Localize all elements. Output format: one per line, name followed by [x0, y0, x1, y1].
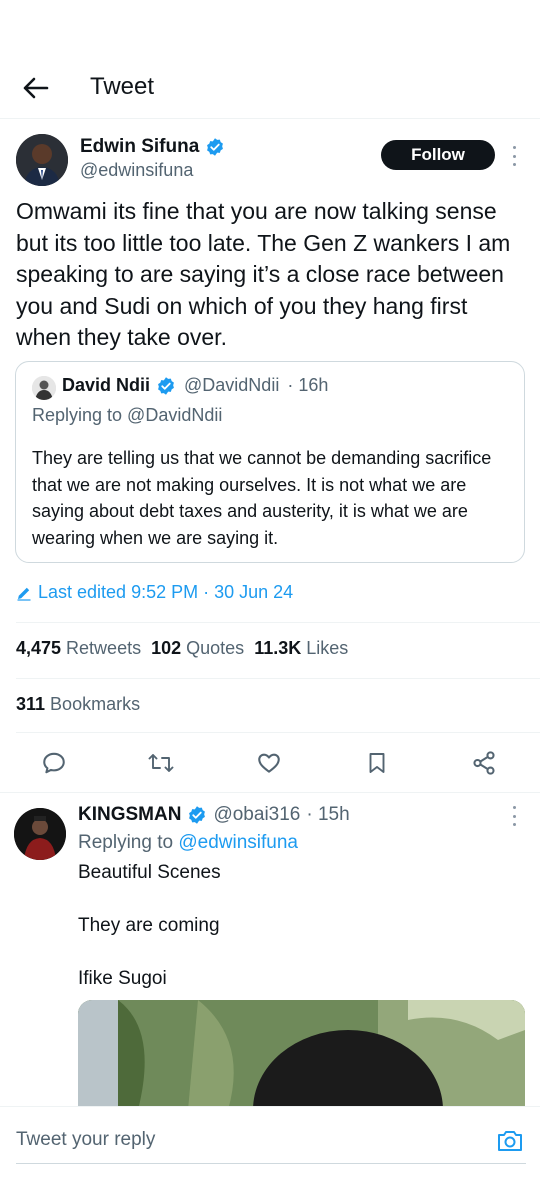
- verified-badge-icon: [189, 806, 206, 824]
- replying-to-link[interactable]: @edwinsifuna: [178, 832, 298, 853]
- camera-icon[interactable]: [496, 1127, 524, 1155]
- quoted-author-name: David Ndii: [62, 375, 151, 395]
- retweet-icon[interactable]: [143, 745, 179, 781]
- more-options-icon[interactable]: [510, 146, 518, 166]
- last-edited-text: Last edited 9:52 PM · 30 Jun 24: [38, 582, 294, 602]
- likes-stat[interactable]: 11.3K Likes: [254, 638, 348, 659]
- bookmarks-stat[interactable]: 311 Bookmarks: [16, 694, 140, 715]
- verified-badge-icon: [207, 138, 224, 156]
- last-edited-link[interactable]: Last edited 9:52 PM · 30 Jun 24: [16, 582, 293, 603]
- author-name-text: Edwin Sifuna: [80, 136, 200, 157]
- back-arrow-icon[interactable]: [18, 70, 54, 106]
- tweet-action-bar: [0, 745, 540, 781]
- verified-badge-icon: [158, 376, 174, 395]
- pencil-icon: [17, 587, 31, 601]
- divider: [16, 732, 540, 733]
- bookmark-icon[interactable]: [359, 745, 395, 781]
- reply-input-underline: [16, 1163, 526, 1164]
- reply-time: · 15h: [306, 804, 350, 825]
- quoted-author-row: David Ndii @DavidNdii · 16h: [62, 375, 328, 396]
- quoted-tweet-time: · 16h: [287, 375, 329, 395]
- divider: [16, 622, 540, 623]
- replying-prefix: Replying to: [78, 832, 174, 853]
- quotes-stat[interactable]: 102 Quotes: [151, 638, 244, 659]
- header-divider: [0, 118, 540, 119]
- share-icon[interactable]: [466, 745, 502, 781]
- reply-media-image[interactable]: [78, 1000, 525, 1110]
- tweet-detail-screen: Tweet Edwin Sifuna @edwinsifuna Follow O…: [0, 0, 540, 1200]
- author-name[interactable]: Edwin Sifuna: [80, 136, 225, 158]
- divider: [16, 678, 540, 679]
- quoted-author-avatar: [32, 376, 56, 400]
- quoted-replying-to: Replying to @DavidNdii: [32, 405, 223, 425]
- like-icon[interactable]: [251, 745, 287, 781]
- retweets-stat[interactable]: 4,475 Retweets: [16, 638, 141, 659]
- quoted-tweet-card[interactable]: David Ndii @DavidNdii · 16h Replying to …: [15, 361, 525, 563]
- reply-author-row: KINGSMAN @obai316 · 15h: [78, 804, 350, 826]
- reply-replying-to: Replying to @edwinsifuna: [78, 832, 298, 854]
- page-title: Tweet: [90, 73, 155, 100]
- reply-text-line: Beautiful Scenes: [78, 862, 221, 883]
- top-app-bar: Tweet: [0, 60, 540, 116]
- author-handle[interactable]: @edwinsifuna: [80, 160, 193, 181]
- reply-author-handle[interactable]: @obai316: [213, 804, 300, 826]
- reply-author-avatar[interactable]: [14, 808, 66, 860]
- reply-more-options-icon[interactable]: [510, 806, 518, 826]
- reply-icon[interactable]: [36, 745, 72, 781]
- reply-composer-bar: Tweet your reply: [0, 1106, 540, 1200]
- follow-button[interactable]: Follow: [381, 140, 495, 170]
- author-avatar[interactable]: [16, 134, 68, 186]
- tweet-text: Omwami its fine that you are now talking…: [16, 198, 511, 350]
- reply-input[interactable]: Tweet your reply: [16, 1129, 155, 1151]
- quoted-tweet-text: They are telling us that we cannot be de…: [32, 448, 492, 548]
- engagement-stats: 4,475 Retweets 102 Quotes 11.3K Likes: [16, 638, 348, 659]
- divider: [0, 792, 540, 793]
- reply-text-line: They are coming: [78, 915, 220, 936]
- reply-text-line: Ifike Sugoi: [78, 968, 167, 989]
- reply-author-name[interactable]: KINGSMAN: [78, 804, 181, 826]
- quoted-author-handle: @DavidNdii: [184, 375, 280, 395]
